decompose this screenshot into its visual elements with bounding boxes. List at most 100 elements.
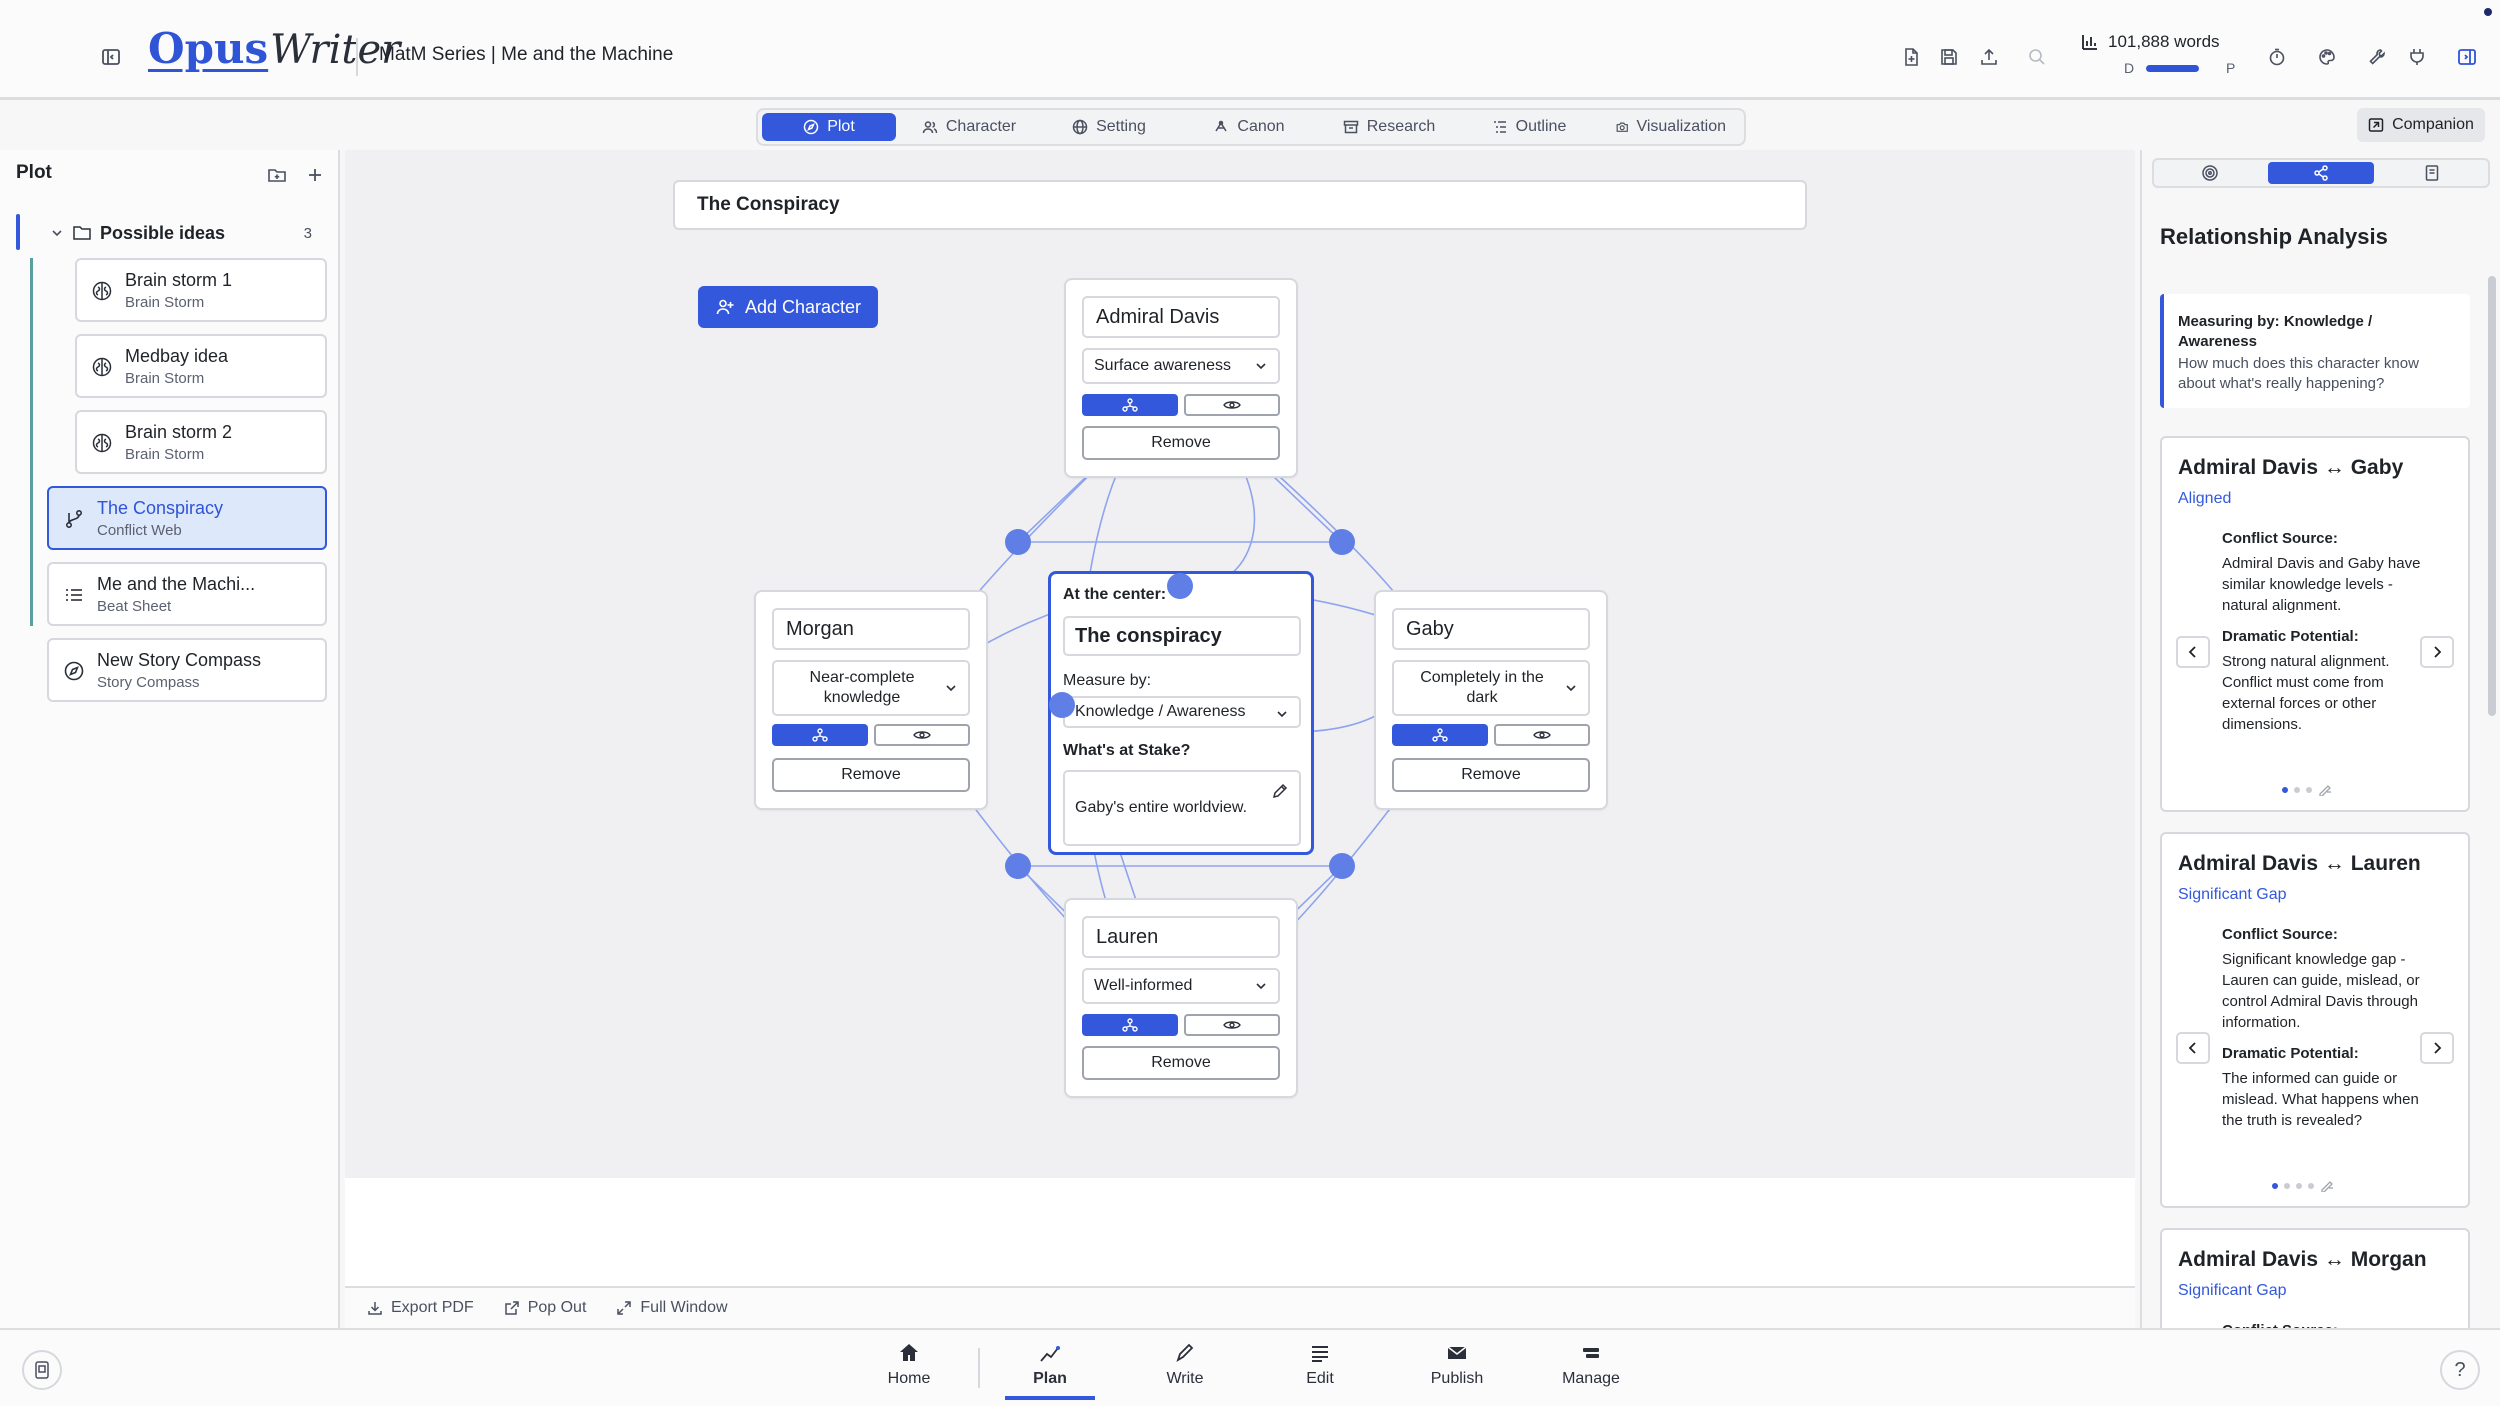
- nav-write[interactable]: Write: [1140, 1342, 1230, 1400]
- pagination-dots[interactable]: [2282, 784, 2334, 796]
- stake-field[interactable]: Gaby's entire worldview.: [1063, 770, 1301, 846]
- list-item[interactable]: Me and the Machi... Beat Sheet: [47, 562, 327, 626]
- visibility-button[interactable]: [1184, 394, 1280, 416]
- character-card-admiral-davis: Admiral Davis Surface awareness Remove: [1064, 278, 1298, 478]
- web-view-button[interactable]: [1082, 394, 1178, 416]
- awareness-select[interactable]: Completely in the dark: [1392, 660, 1590, 716]
- logo-opus: Opus: [148, 24, 269, 73]
- manage-icon: [1583, 1348, 1599, 1358]
- tab-plot[interactable]: Plot: [762, 113, 896, 141]
- character-name-input[interactable]: Admiral Davis: [1082, 296, 1280, 338]
- brain-icon: [92, 281, 112, 301]
- plugin-icon[interactable]: [2402, 42, 2432, 72]
- character-name-input[interactable]: Lauren: [1082, 916, 1280, 958]
- connection-node[interactable]: [1005, 853, 1031, 879]
- tab-notes[interactable]: [2378, 162, 2485, 184]
- connection-node[interactable]: [1329, 529, 1355, 555]
- visibility-button[interactable]: [1184, 1014, 1280, 1036]
- conflict-web-title-input[interactable]: The Conspiracy: [673, 180, 1807, 230]
- export-pdf-button[interactable]: Export PDF: [367, 1299, 474, 1317]
- prev-button[interactable]: [2176, 1032, 2210, 1064]
- prev-button[interactable]: [2176, 636, 2210, 668]
- next-button[interactable]: [2420, 1032, 2454, 1064]
- pencil-icon[interactable]: [1271, 782, 1289, 800]
- branch-icon: [65, 509, 83, 529]
- tab-target[interactable]: [2157, 162, 2264, 184]
- tab-visualization[interactable]: Visualization: [1602, 113, 1740, 141]
- measure-select[interactable]: Knowledge / Awareness: [1063, 696, 1301, 728]
- save-icon[interactable]: [1934, 42, 1964, 72]
- new-folder-icon[interactable]: [264, 162, 290, 188]
- upload-icon[interactable]: [1974, 42, 2004, 72]
- palette-icon[interactable]: [2312, 42, 2342, 72]
- network-icon: [1122, 398, 1138, 412]
- character-card-gaby: Gaby Completely in the dark Remove: [1374, 590, 1608, 810]
- nav-edit[interactable]: Edit: [1275, 1342, 1365, 1400]
- add-item-icon[interactable]: [302, 162, 328, 188]
- list-item[interactable]: New Story Compass Story Compass: [47, 638, 327, 702]
- companion-button[interactable]: Companion: [2357, 108, 2485, 142]
- pagination-dots[interactable]: [2272, 1180, 2336, 1192]
- tools-icon[interactable]: [2362, 42, 2392, 72]
- add-character-button[interactable]: Add Character: [698, 286, 878, 328]
- list-item-selected[interactable]: The Conspiracy Conflict Web: [47, 486, 327, 550]
- panel-toggle-icon[interactable]: [2452, 42, 2482, 72]
- remove-button[interactable]: Remove: [772, 758, 970, 792]
- next-button[interactable]: [2420, 636, 2454, 668]
- tab-label: Canon: [1237, 118, 1285, 135]
- project-title[interactable]: MatM Series | Me and the Machine: [379, 44, 673, 66]
- full-window-button[interactable]: Full Window: [616, 1299, 728, 1317]
- web-view-button[interactable]: [772, 724, 868, 746]
- web-view-button[interactable]: [1082, 1014, 1178, 1036]
- nav-manage[interactable]: Manage: [1546, 1342, 1636, 1400]
- center-name-input[interactable]: The conspiracy: [1063, 616, 1301, 656]
- nav-plan[interactable]: Plan: [1005, 1342, 1095, 1400]
- sidebar-toggle-icon[interactable]: [96, 42, 126, 72]
- tab-canon[interactable]: Canon: [1182, 113, 1316, 141]
- help-icon[interactable]: ?: [2440, 1350, 2480, 1390]
- app-logo[interactable]: Opus Writer: [148, 24, 400, 84]
- word-count[interactable]: 101,888 words D P: [2080, 32, 2240, 76]
- list-item[interactable]: Brain storm 1 Brain Storm: [75, 258, 327, 322]
- timer-icon[interactable]: [2262, 42, 2292, 72]
- web-view-button[interactable]: [1392, 724, 1488, 746]
- list-item[interactable]: Medbay idea Brain Storm: [75, 334, 327, 398]
- item-title: Brain storm 1: [125, 270, 233, 290]
- remove-button[interactable]: Remove: [1082, 1046, 1280, 1080]
- connection-node[interactable]: [1049, 692, 1075, 718]
- export-pdf-label: Export PDF: [391, 1299, 474, 1316]
- remove-button[interactable]: Remove: [1392, 758, 1590, 792]
- tab-outline[interactable]: Outline: [1462, 113, 1596, 141]
- relationship-body: Conflict Source: Admiral Davis and Gaby …: [2222, 528, 2422, 745]
- add-character-label: Add Character: [744, 296, 862, 317]
- connection-node[interactable]: [1005, 529, 1031, 555]
- tab-setting[interactable]: Setting: [1042, 113, 1176, 141]
- awareness-select[interactable]: Surface awareness: [1082, 348, 1280, 384]
- measure-info-box: Measuring by: Knowledge / Awareness How …: [2160, 294, 2470, 408]
- character-name-input[interactable]: Gaby: [1392, 608, 1590, 650]
- pop-out-button[interactable]: Pop Out: [504, 1299, 586, 1317]
- folder-possible-ideas[interactable]: Possible ideas 3: [50, 220, 312, 246]
- scrollbar[interactable]: [2488, 276, 2496, 716]
- visibility-button[interactable]: [874, 724, 970, 746]
- nav-publish[interactable]: Publish: [1412, 1342, 1502, 1400]
- remove-button[interactable]: Remove: [1082, 426, 1280, 460]
- search-icon[interactable]: [2022, 42, 2052, 72]
- character-name-input[interactable]: Morgan: [772, 608, 970, 650]
- device-icon[interactable]: [22, 1350, 62, 1390]
- awareness-value: Surface awareness: [1094, 357, 1231, 374]
- connection-node[interactable]: [1167, 573, 1193, 599]
- visibility-button[interactable]: [1494, 724, 1590, 746]
- new-document-icon[interactable]: [1896, 42, 1926, 72]
- home-icon: [900, 1344, 918, 1361]
- nav-home[interactable]: Home: [864, 1342, 954, 1400]
- tab-research[interactable]: Research: [1322, 113, 1456, 141]
- tab-relationships[interactable]: [2267, 162, 2375, 184]
- tab-character[interactable]: Character: [902, 113, 1036, 141]
- awareness-select[interactable]: Near-complete knowledge: [772, 660, 970, 716]
- list-item[interactable]: Brain storm 2 Brain Storm: [75, 410, 327, 474]
- item-subtitle: Conflict Web: [97, 522, 182, 539]
- awareness-select[interactable]: Well-informed: [1082, 968, 1280, 1004]
- connection-node[interactable]: [1329, 853, 1355, 879]
- chevron-down-icon: [946, 685, 956, 692]
